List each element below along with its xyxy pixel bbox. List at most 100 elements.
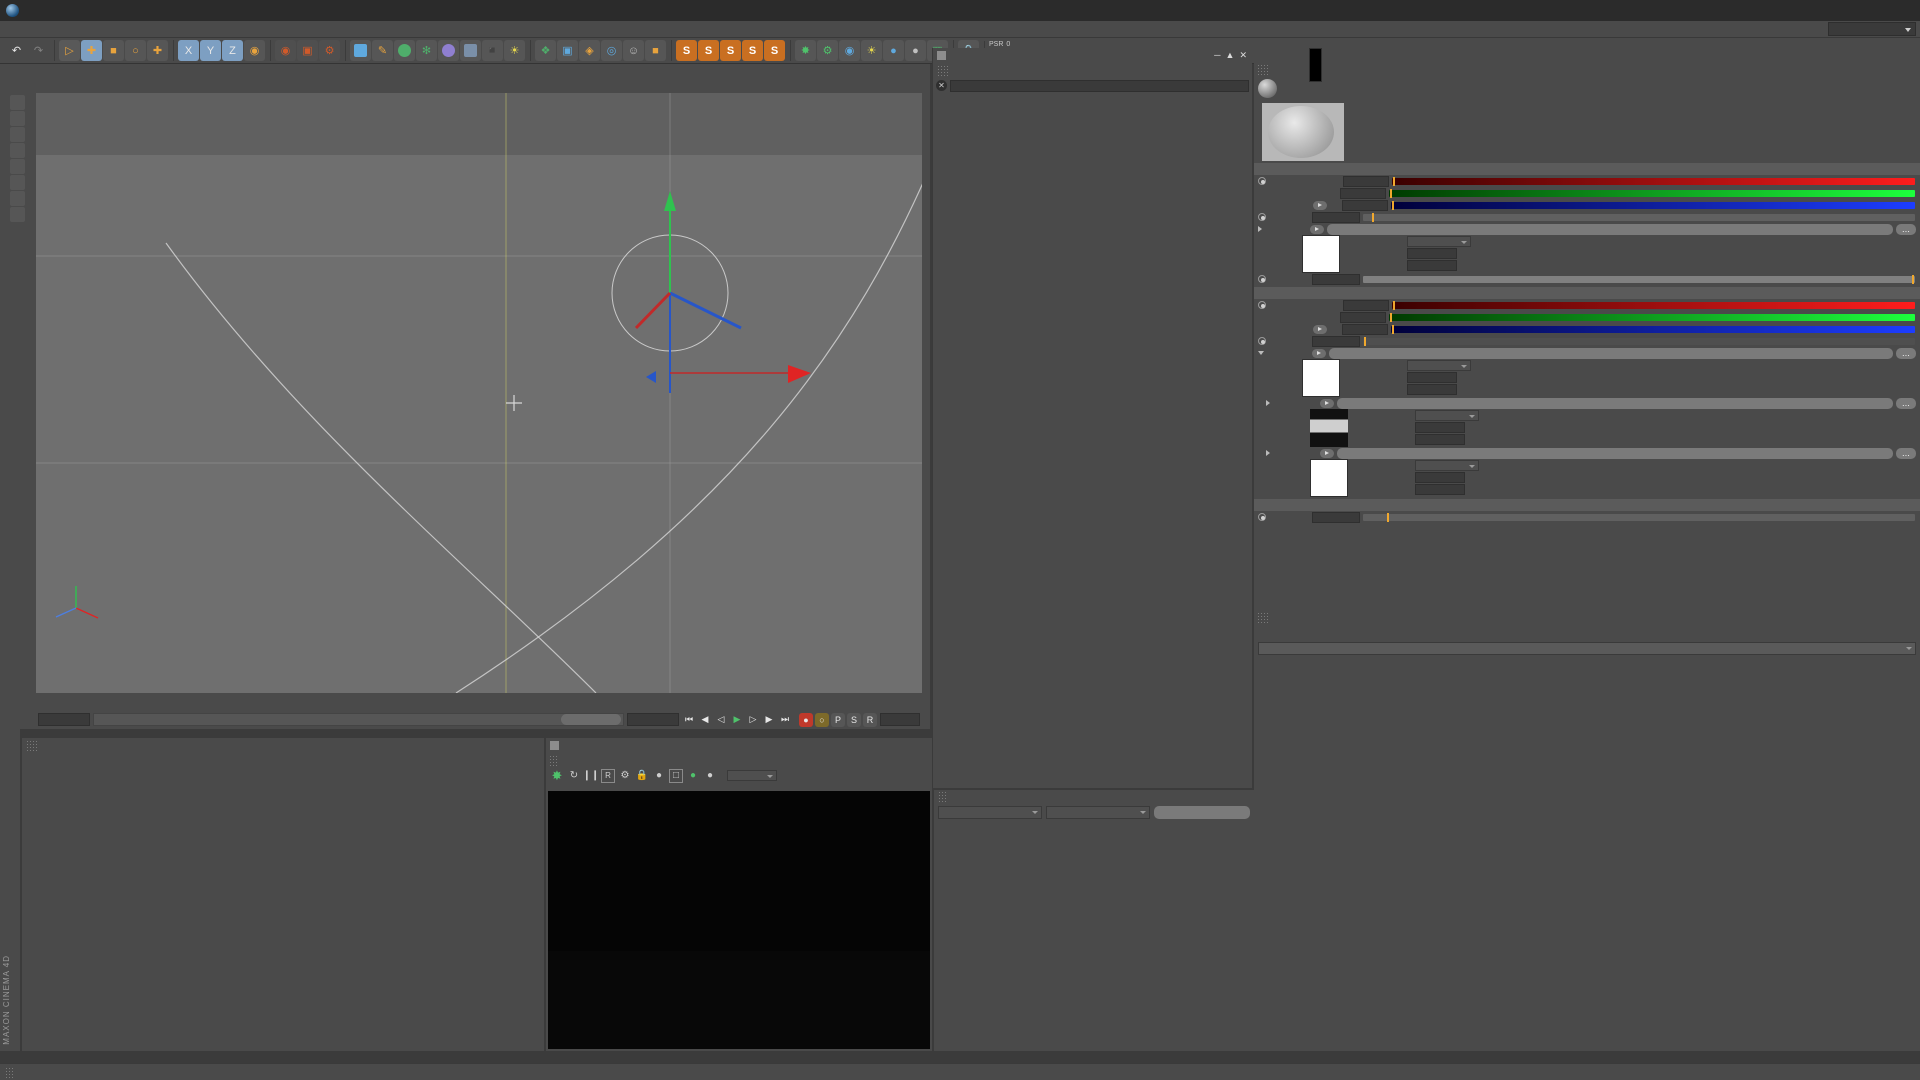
keyframe-rot-icon[interactable]: R	[863, 712, 877, 727]
bump-texture1-value[interactable]	[1337, 397, 1893, 409]
light-icon[interactable]: ☀	[504, 40, 525, 61]
array-icon[interactable]: ✻	[416, 40, 437, 61]
refresh-icon[interactable]: ↻	[567, 769, 581, 783]
xp-emitter-icon[interactable]: S	[676, 40, 697, 61]
z-axis-icon[interactable]: Z	[222, 40, 243, 61]
timeline-ruler[interactable]	[36, 693, 922, 711]
render-region-icon[interactable]: ▣	[297, 40, 318, 61]
bump-texture2-thumb[interactable]	[1310, 459, 1348, 497]
coord-apply-button[interactable]	[1154, 806, 1250, 819]
roughness-r-slider[interactable]	[1392, 176, 1915, 186]
panel-lock-icon[interactable]: ▲	[1226, 50, 1235, 61]
index-slider[interactable]	[1363, 512, 1915, 522]
next-key-icon[interactable]: ▶	[762, 713, 776, 727]
focus-pin-icon[interactable]: ●	[686, 769, 700, 783]
cloner-icon[interactable]: ❖	[535, 40, 556, 61]
roughness-float-slider[interactable]	[1363, 212, 1915, 222]
xp-generator-icon[interactable]: S	[698, 40, 719, 61]
start-render-icon[interactable]: ✸	[550, 768, 564, 783]
material-grid[interactable]	[22, 766, 544, 774]
close-button[interactable]	[1876, 0, 1920, 21]
bump-texture-expand-icon[interactable]	[1258, 351, 1264, 355]
y-axis-icon[interactable]: Y	[200, 40, 221, 61]
go-to-end-icon[interactable]: ⏭	[778, 713, 792, 727]
timeline-range-bar[interactable]	[93, 713, 624, 726]
bump-sampling-select[interactable]	[1407, 359, 1471, 371]
undo-icon[interactable]: ↶	[6, 40, 27, 61]
roughness-mix-slider[interactable]	[1363, 274, 1915, 284]
coord-mode-select[interactable]	[938, 806, 1042, 819]
current-frame-field[interactable]	[38, 713, 90, 726]
roughness-g-slider[interactable]	[1389, 188, 1915, 198]
octane-light-icon[interactable]: ☀	[861, 40, 882, 61]
sculpt-icon[interactable]: ■	[645, 40, 666, 61]
roughness-r-field[interactable]	[1343, 175, 1389, 187]
bump-texture2-browse-button[interactable]: ...	[1896, 447, 1916, 459]
roughness-float-radio[interactable]	[1258, 213, 1266, 221]
bump-t2-bluroffset-field[interactable]	[1415, 471, 1465, 483]
nurbs-icon[interactable]	[394, 40, 415, 61]
octane-settings-icon[interactable]: ⚙	[817, 40, 838, 61]
roughness-color-radio[interactable]	[1258, 177, 1266, 185]
x-axis-icon[interactable]: X	[178, 40, 199, 61]
octane-env-icon[interactable]: ●	[883, 40, 904, 61]
rotate-tool-icon[interactable]: ○	[125, 40, 146, 61]
region-render-icon[interactable]: R	[601, 768, 615, 783]
octane-camera-icon[interactable]: ◉	[839, 40, 860, 61]
roughness-texture-browse-button[interactable]: ...	[1896, 223, 1916, 235]
autokey-icon[interactable]: ○	[815, 712, 829, 727]
world-coordinate-icon[interactable]: ◉	[244, 40, 265, 61]
live-viewer-grip-icon[interactable]	[549, 754, 559, 766]
bump-texture-value[interactable]	[1329, 347, 1893, 359]
bump-t2-sampling-select[interactable]	[1415, 459, 1479, 471]
range-handle[interactable]	[561, 714, 621, 725]
roughness-mix-field[interactable]	[1312, 273, 1360, 285]
panel-menu-icon[interactable]	[937, 51, 946, 60]
deformer-icon[interactable]	[438, 40, 459, 61]
bump-texture-thumb[interactable]	[1302, 359, 1340, 397]
picture-viewer-icon[interactable]: □	[669, 768, 683, 783]
objects-grip-icon[interactable]	[937, 65, 949, 76]
bump-g-slider[interactable]	[1389, 312, 1915, 322]
panel-close-icon[interactable]: ✕	[1239, 50, 1247, 61]
lv-settings-icon[interactable]: ⚙	[618, 769, 632, 783]
vp-tool-5-icon[interactable]	[9, 159, 25, 174]
bump-t2-blurscale-field[interactable]	[1415, 483, 1465, 495]
roughness-g-field[interactable]	[1340, 187, 1386, 199]
kernel-type-select[interactable]	[1258, 642, 1916, 655]
layout-dropdown[interactable]	[1828, 22, 1916, 36]
select-tool-icon[interactable]: ▷	[59, 40, 80, 61]
bump-t1-bluroffset-field[interactable]	[1415, 421, 1465, 433]
index-radio[interactable]	[1258, 513, 1266, 521]
bump-texture-dot-icon[interactable]	[1312, 348, 1326, 358]
record-icon[interactable]: ●	[799, 712, 813, 727]
vp-tool-3-icon[interactable]	[9, 127, 25, 142]
octane-grip-icon[interactable]	[1257, 612, 1269, 623]
camera-icon[interactable]: ◾	[482, 40, 503, 61]
material-preview-sphere-icon[interactable]: ●	[652, 769, 666, 783]
effector-icon[interactable]: ▣	[557, 40, 578, 61]
bump-texture-browse-button[interactable]: ...	[1896, 347, 1916, 359]
roughness-texture-dot-icon[interactable]	[1310, 224, 1324, 234]
roughness-b-field[interactable]	[1342, 199, 1388, 211]
bump-blurscale-field[interactable]	[1407, 383, 1457, 395]
bump-float-field[interactable]	[1312, 335, 1360, 347]
bump-texture2-dot-icon[interactable]	[1320, 448, 1334, 458]
octane-material-icon[interactable]: ●	[905, 40, 926, 61]
roughness-texture-expand-icon[interactable]	[1258, 226, 1262, 232]
index-field[interactable]	[1312, 511, 1360, 523]
maximize-button[interactable]	[1832, 0, 1876, 21]
render-view-icon[interactable]: ◉	[275, 40, 296, 61]
coord-size-select[interactable]	[1046, 806, 1150, 819]
roughness-texture-thumb[interactable]	[1302, 235, 1340, 273]
bump-color-swatch[interactable]	[1309, 48, 1322, 82]
xp-dynamics-icon[interactable]: S	[742, 40, 763, 61]
end-frame-field[interactable]	[627, 713, 679, 726]
move-tool-icon[interactable]: ✚	[81, 40, 102, 61]
status-grip-icon[interactable]	[5, 1066, 13, 1078]
roughness-float-field[interactable]	[1312, 211, 1360, 223]
bump-bluroffset-field[interactable]	[1407, 371, 1457, 383]
object-tree[interactable]	[933, 108, 1252, 788]
material-grip-icon[interactable]	[26, 740, 38, 751]
roughness-color-expand-icon[interactable]	[1313, 200, 1327, 210]
